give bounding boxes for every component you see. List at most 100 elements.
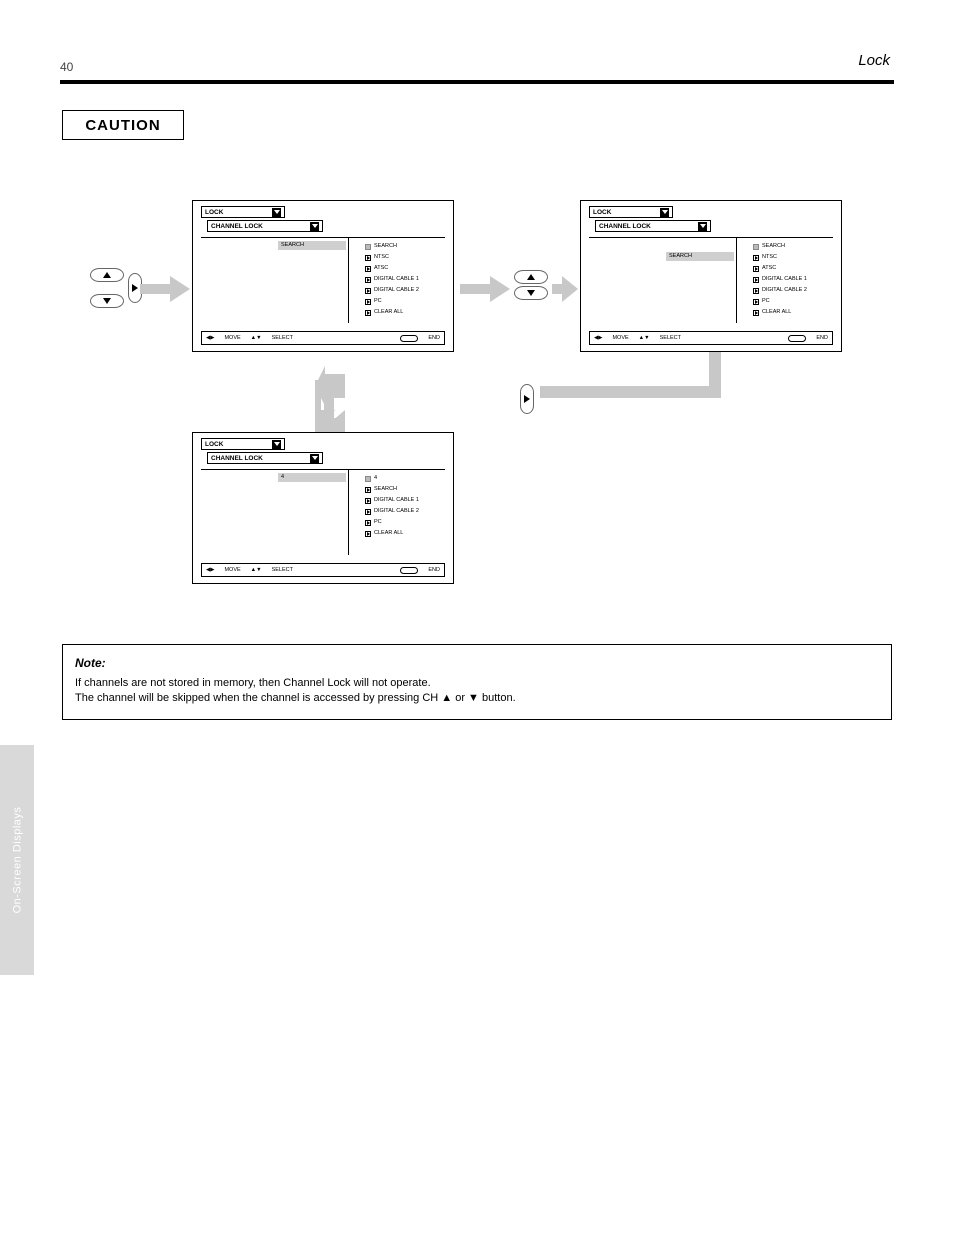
arrow-up-icon[interactable] <box>514 270 548 284</box>
flow-arrow-icon <box>140 276 190 302</box>
osd-item-label: DIGITAL CABLE 1 <box>762 274 807 285</box>
osd-tab-lock[interactable]: LOCK <box>201 438 285 450</box>
osd-item-label: ATSC <box>762 263 776 274</box>
note-title: Note: <box>75 655 879 672</box>
osd-item[interactable]: SEARCH <box>365 484 443 495</box>
osd-item[interactable]: 4 <box>365 473 443 484</box>
divider-v <box>736 237 737 323</box>
highlight-bar: SEARCH <box>278 241 346 250</box>
osd-item-label: DIGITAL CABLE 1 <box>374 495 419 506</box>
osd-items-b: SEARCHNTSCATSCDIGITAL CABLE 1DIGITAL CAB… <box>753 241 831 318</box>
osd-footer: ◀▶MOVE ▲▼SELECT END <box>201 331 445 345</box>
flow-arrow-icon <box>316 388 342 438</box>
remote-cluster-3 <box>520 384 534 414</box>
osd-item-label: SEARCH <box>762 241 785 252</box>
section-title: Lock <box>858 52 890 69</box>
osd-panel-b: LOCK CHANNEL LOCK SEARCH SEARCHNTSCATSCD… <box>580 200 842 352</box>
checkbox-icon <box>365 266 371 272</box>
osd-item[interactable]: SEARCH <box>753 241 831 252</box>
osd-item-label: PC <box>762 296 770 307</box>
checkbox-icon <box>753 299 759 305</box>
arrow-down-icon[interactable] <box>514 286 548 300</box>
checkbox-icon <box>365 531 371 537</box>
arrow-down-icon[interactable] <box>90 294 124 308</box>
dropdown-arrow-icon <box>310 454 319 463</box>
osd-item[interactable]: SEARCH <box>365 241 443 252</box>
note-line-2: The channel will be skipped when the cha… <box>75 691 879 706</box>
checkbox-icon <box>753 277 759 283</box>
osd-item-label: DIGITAL CABLE 2 <box>762 285 807 296</box>
osd-panel-a: LOCK CHANNEL LOCK SEARCH SEARCHNTSCATSCD… <box>192 200 454 352</box>
osd-item[interactable]: CLEAR ALL <box>365 307 443 318</box>
checkbox-icon <box>365 487 371 493</box>
caution-label: CAUTION <box>85 117 160 134</box>
checkbox-icon <box>365 520 371 526</box>
osd-item-label: 4 <box>374 473 377 484</box>
dropdown-arrow-icon <box>698 222 707 231</box>
sidebar-vertical: On-Screen Displays <box>0 745 34 975</box>
arrow-right-icon[interactable] <box>520 384 534 414</box>
osd-item[interactable]: ATSC <box>753 263 831 274</box>
osd-item[interactable]: DIGITAL CABLE 2 <box>365 506 443 517</box>
checkbox-icon <box>365 299 371 305</box>
caution-box: CAUTION <box>62 110 184 140</box>
osd-item-label: PC <box>374 296 382 307</box>
osd-item[interactable]: NTSC <box>753 252 831 263</box>
arrow-up-icon[interactable] <box>90 268 124 282</box>
osd-tab-lock[interactable]: LOCK <box>589 206 673 218</box>
osd-item-label: CLEAR ALL <box>374 307 403 318</box>
remote-cluster-2 <box>514 270 548 300</box>
checkbox-icon <box>753 288 759 294</box>
osd-item-label: NTSC <box>374 252 389 263</box>
osd-item-label: SEARCH <box>374 241 397 252</box>
osd-item[interactable]: DIGITAL CABLE 2 <box>365 285 443 296</box>
osd-item-label: PC <box>374 517 382 528</box>
osd-footer: ◀▶MOVE ▲▼SELECT END <box>201 563 445 577</box>
highlight-bar: 4 <box>278 473 346 482</box>
checkbox-icon <box>365 288 371 294</box>
osd-item-label: NTSC <box>762 252 777 263</box>
osd-item[interactable]: PC <box>365 296 443 307</box>
note-line-1: If channels are not stored in memory, th… <box>75 676 879 691</box>
osd-item[interactable]: DIGITAL CABLE 2 <box>753 285 831 296</box>
osd-item[interactable]: PC <box>753 296 831 307</box>
osd-item-label: CLEAR ALL <box>762 307 791 318</box>
osd-item[interactable]: NTSC <box>365 252 443 263</box>
osd-item[interactable]: DIGITAL CABLE 1 <box>365 274 443 285</box>
divider-v <box>348 237 349 323</box>
flow-arrow-icon <box>540 352 850 412</box>
osd-tab-channel-lock[interactable]: CHANNEL LOCK <box>207 452 323 464</box>
osd-items-c: 4SEARCHDIGITAL CABLE 1DIGITAL CABLE 2PCC… <box>365 473 443 539</box>
checkbox-icon <box>365 244 371 250</box>
osd-tab-channel-lock[interactable]: CHANNEL LOCK <box>207 220 323 232</box>
page-number: 40 <box>60 60 73 74</box>
checkbox-icon <box>753 255 759 261</box>
divider-h <box>201 469 445 470</box>
checkbox-icon <box>365 310 371 316</box>
flow-arrow-icon <box>552 276 578 302</box>
checkbox-icon <box>753 266 759 272</box>
osd-tab-channel-lock[interactable]: CHANNEL LOCK <box>595 220 711 232</box>
checkbox-icon <box>365 255 371 261</box>
osd-item[interactable]: CLEAR ALL <box>753 307 831 318</box>
divider-v <box>348 469 349 555</box>
osd-item[interactable]: DIGITAL CABLE 1 <box>753 274 831 285</box>
osd-items-a: SEARCHNTSCATSCDIGITAL CABLE 1DIGITAL CAB… <box>365 241 443 318</box>
osd-item-label: DIGITAL CABLE 1 <box>374 274 419 285</box>
dropdown-arrow-icon <box>310 222 319 231</box>
dropdown-arrow-icon <box>660 208 669 217</box>
osd-footer: ◀▶MOVE ▲▼SELECT END <box>589 331 833 345</box>
checkbox-icon <box>365 509 371 515</box>
dropdown-arrow-icon <box>272 208 281 217</box>
highlight-bar: SEARCH <box>666 252 734 261</box>
checkbox-icon <box>365 277 371 283</box>
osd-item-label: DIGITAL CABLE 2 <box>374 506 419 517</box>
osd-item[interactable]: CLEAR ALL <box>365 528 443 539</box>
osd-item[interactable]: ATSC <box>365 263 443 274</box>
osd-item[interactable]: DIGITAL CABLE 1 <box>365 495 443 506</box>
osd-tab-lock[interactable]: LOCK <box>201 206 285 218</box>
divider-h <box>589 237 833 238</box>
dropdown-arrow-icon <box>272 440 281 449</box>
checkbox-icon <box>753 310 759 316</box>
osd-item[interactable]: PC <box>365 517 443 528</box>
